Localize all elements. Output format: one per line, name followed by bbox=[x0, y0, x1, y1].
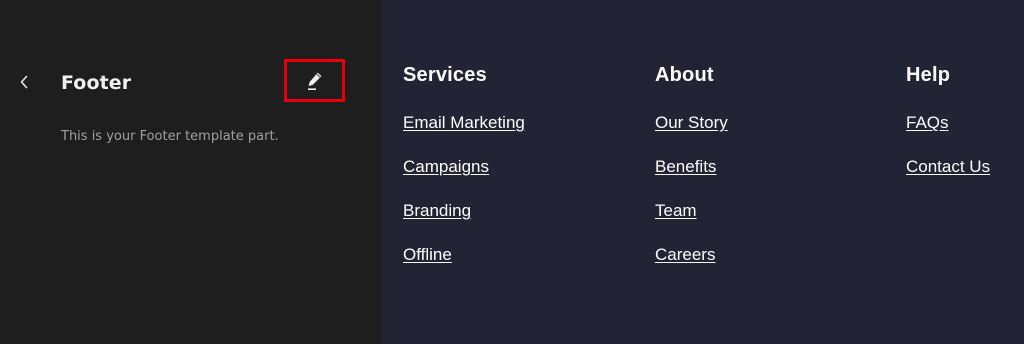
column-heading: Help bbox=[906, 64, 951, 86]
list-item: Benefits bbox=[655, 156, 728, 200]
list-item: Contact Us bbox=[906, 156, 990, 200]
list-item: Offline bbox=[403, 244, 525, 288]
footer-column-about: About Our Story Benefits Team Careers bbox=[655, 62, 728, 288]
footer-column-help: Help FAQs Contact Us bbox=[906, 62, 990, 200]
column-heading: Services bbox=[403, 64, 487, 86]
link-list: FAQs Contact Us bbox=[906, 112, 990, 200]
footer-link-faqs[interactable]: FAQs bbox=[906, 113, 949, 132]
link-list: Our Story Benefits Team Careers bbox=[655, 112, 728, 288]
list-item: Our Story bbox=[655, 112, 728, 156]
link-list: Email Marketing Campaigns Branding Offli… bbox=[403, 112, 525, 288]
back-button[interactable] bbox=[12, 68, 36, 96]
pencil-icon bbox=[305, 70, 325, 92]
footer-link-our-story[interactable]: Our Story bbox=[655, 113, 728, 132]
list-item: Email Marketing bbox=[403, 112, 525, 156]
footer-link-email-marketing[interactable]: Email Marketing bbox=[403, 113, 525, 132]
panel-title: Footer bbox=[61, 72, 132, 94]
footer-link-contact-us[interactable]: Contact Us bbox=[906, 157, 990, 176]
column-heading: About bbox=[655, 64, 714, 86]
template-part-sidebar: Footer This is your Footer template part… bbox=[0, 0, 381, 344]
footer-link-campaigns[interactable]: Campaigns bbox=[403, 157, 489, 176]
list-item: Careers bbox=[655, 244, 728, 288]
edit-template-part-button[interactable] bbox=[284, 59, 345, 102]
footer-link-offline[interactable]: Offline bbox=[403, 245, 452, 264]
list-item: FAQs bbox=[906, 112, 990, 156]
list-item: Team bbox=[655, 200, 728, 244]
footer-preview: Services Email Marketing Campaigns Brand… bbox=[381, 0, 1024, 344]
panel-description: This is your Footer template part. bbox=[61, 129, 279, 144]
list-item: Branding bbox=[403, 200, 525, 244]
footer-link-team[interactable]: Team bbox=[655, 201, 697, 220]
footer-link-branding[interactable]: Branding bbox=[403, 201, 471, 220]
footer-link-careers[interactable]: Careers bbox=[655, 245, 715, 264]
chevron-left-icon bbox=[18, 74, 30, 90]
footer-column-services: Services Email Marketing Campaigns Brand… bbox=[403, 62, 525, 288]
template-part-editor: Footer This is your Footer template part… bbox=[0, 0, 1024, 344]
list-item: Campaigns bbox=[403, 156, 525, 200]
footer-link-benefits[interactable]: Benefits bbox=[655, 157, 716, 176]
